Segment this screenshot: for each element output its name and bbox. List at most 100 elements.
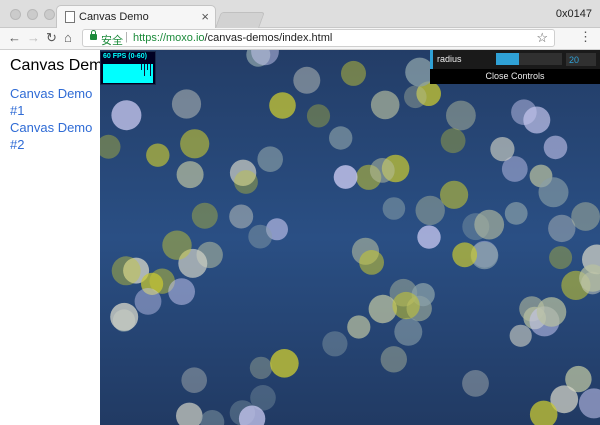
fps-graph-spike bbox=[150, 64, 151, 76]
bubble bbox=[341, 60, 366, 86]
lock-icon bbox=[90, 30, 97, 40]
bubble bbox=[333, 165, 358, 189]
bubble bbox=[392, 291, 420, 320]
radius-control-row: radius 20 bbox=[430, 50, 600, 69]
bubble bbox=[359, 250, 384, 275]
close-window-dot[interactable] bbox=[10, 9, 21, 20]
bubble bbox=[440, 128, 466, 154]
bubble bbox=[306, 104, 331, 128]
bubble bbox=[176, 402, 203, 425]
bubble bbox=[382, 197, 406, 220]
bubble bbox=[171, 89, 202, 119]
fps-label: 60 FPS (0-60) bbox=[103, 53, 147, 60]
bubble bbox=[578, 388, 600, 419]
radius-label: radius bbox=[437, 54, 462, 64]
bubble bbox=[440, 180, 469, 209]
bubble bbox=[368, 294, 397, 324]
bubble bbox=[111, 100, 142, 131]
url-host: https://moxo.io bbox=[133, 32, 205, 44]
url-separator: | bbox=[125, 31, 128, 43]
bubble bbox=[452, 242, 478, 268]
fps-stats-panel[interactable]: 60 FPS (0-60) bbox=[100, 51, 156, 85]
browser-menu-icon[interactable]: ⋮ bbox=[579, 29, 592, 45]
new-tab-button[interactable] bbox=[215, 12, 265, 28]
tab-canvas-demo[interactable]: Canvas Demo × bbox=[56, 5, 216, 29]
bubble bbox=[249, 356, 273, 380]
bubble bbox=[462, 370, 489, 397]
bubble bbox=[536, 297, 567, 327]
bubble bbox=[490, 137, 515, 162]
window-titlebar: Canvas Demo × 0x0147 bbox=[0, 0, 600, 29]
bubble bbox=[111, 256, 141, 286]
profile-label[interactable]: 0x0147 bbox=[556, 8, 592, 20]
close-controls-button[interactable]: Close Controls bbox=[430, 69, 600, 84]
bubble bbox=[162, 230, 192, 260]
home-icon[interactable]: ⌂ bbox=[64, 30, 72, 46]
tab-title: Canvas Demo bbox=[79, 11, 149, 23]
fps-graph-spike bbox=[141, 64, 142, 70]
reload-icon[interactable]: ↻ bbox=[46, 30, 57, 46]
bubble bbox=[191, 202, 218, 229]
bubble bbox=[394, 317, 423, 346]
bubble bbox=[110, 302, 139, 331]
radius-value-input[interactable]: 20 bbox=[566, 53, 596, 66]
bubble bbox=[380, 346, 407, 373]
fps-graph-spike bbox=[147, 64, 148, 70]
bubble bbox=[446, 100, 476, 131]
forward-icon[interactable]: → bbox=[27, 30, 40, 46]
browser-toolbar: ← → ↻ ⌂ 安全 | https://moxo.io/canvas-demo… bbox=[0, 28, 600, 50]
bubble bbox=[270, 349, 299, 378]
bubble bbox=[229, 204, 254, 229]
bubble bbox=[417, 225, 441, 249]
bubble bbox=[329, 126, 353, 150]
controls-panel: radius 20 Close Controls bbox=[430, 50, 600, 84]
bubble bbox=[234, 170, 258, 194]
bubble bbox=[509, 324, 532, 347]
radius-slider[interactable] bbox=[496, 53, 562, 65]
bubble bbox=[504, 202, 528, 225]
bubble bbox=[257, 146, 283, 172]
bubble bbox=[370, 90, 400, 120]
bubble bbox=[269, 92, 296, 119]
bubble bbox=[571, 202, 600, 231]
bubble bbox=[200, 410, 225, 425]
bubble bbox=[168, 278, 195, 305]
bubble-layer bbox=[100, 50, 600, 425]
bubble bbox=[146, 143, 170, 167]
fps-graph-spike bbox=[144, 64, 145, 76]
page-content: Canvas Demo Canvas Demo #1 Canvas Demo #… bbox=[0, 50, 600, 425]
bookmark-star-icon[interactable]: ☆ bbox=[536, 30, 548, 46]
bubble-canvas[interactable]: 60 FPS (0-60) radius 20 Close Controls bbox=[100, 50, 600, 425]
back-icon[interactable]: ← bbox=[8, 30, 21, 46]
bubble bbox=[347, 315, 371, 339]
bubble bbox=[248, 224, 273, 249]
page-title: Canvas Demo bbox=[10, 57, 112, 74]
address-bar[interactable]: 安全 | https://moxo.io/canvas-demos/index.… bbox=[82, 29, 555, 47]
bubble bbox=[369, 158, 395, 183]
bubble bbox=[523, 106, 551, 134]
zoom-window-dot[interactable] bbox=[44, 9, 55, 20]
bubble bbox=[180, 129, 210, 159]
url-text: https://moxo.io/canvas-demos/index.html bbox=[133, 32, 332, 44]
link-canvas-demo-1[interactable]: Canvas Demo #1 bbox=[10, 85, 100, 119]
close-tab-icon[interactable]: × bbox=[201, 9, 209, 24]
bubble bbox=[176, 161, 204, 189]
bubble bbox=[543, 135, 568, 160]
fps-graph bbox=[103, 64, 153, 83]
bubble bbox=[474, 209, 505, 240]
bubble bbox=[293, 66, 321, 94]
bubble bbox=[100, 134, 121, 159]
link-canvas-demo-2[interactable]: Canvas Demo #2 bbox=[10, 119, 100, 153]
bubble bbox=[415, 195, 445, 226]
bubble bbox=[404, 85, 427, 109]
bubble bbox=[549, 246, 573, 270]
document-icon bbox=[65, 11, 75, 23]
minimize-window-dot[interactable] bbox=[27, 9, 38, 20]
url-path: /canvas-demos/index.html bbox=[204, 32, 333, 44]
bubble bbox=[181, 367, 207, 394]
secure-label: 安全 bbox=[101, 35, 123, 47]
radius-slider-fill bbox=[496, 53, 520, 65]
bubble bbox=[134, 288, 162, 315]
bubble bbox=[538, 177, 569, 208]
bubble bbox=[322, 331, 348, 357]
